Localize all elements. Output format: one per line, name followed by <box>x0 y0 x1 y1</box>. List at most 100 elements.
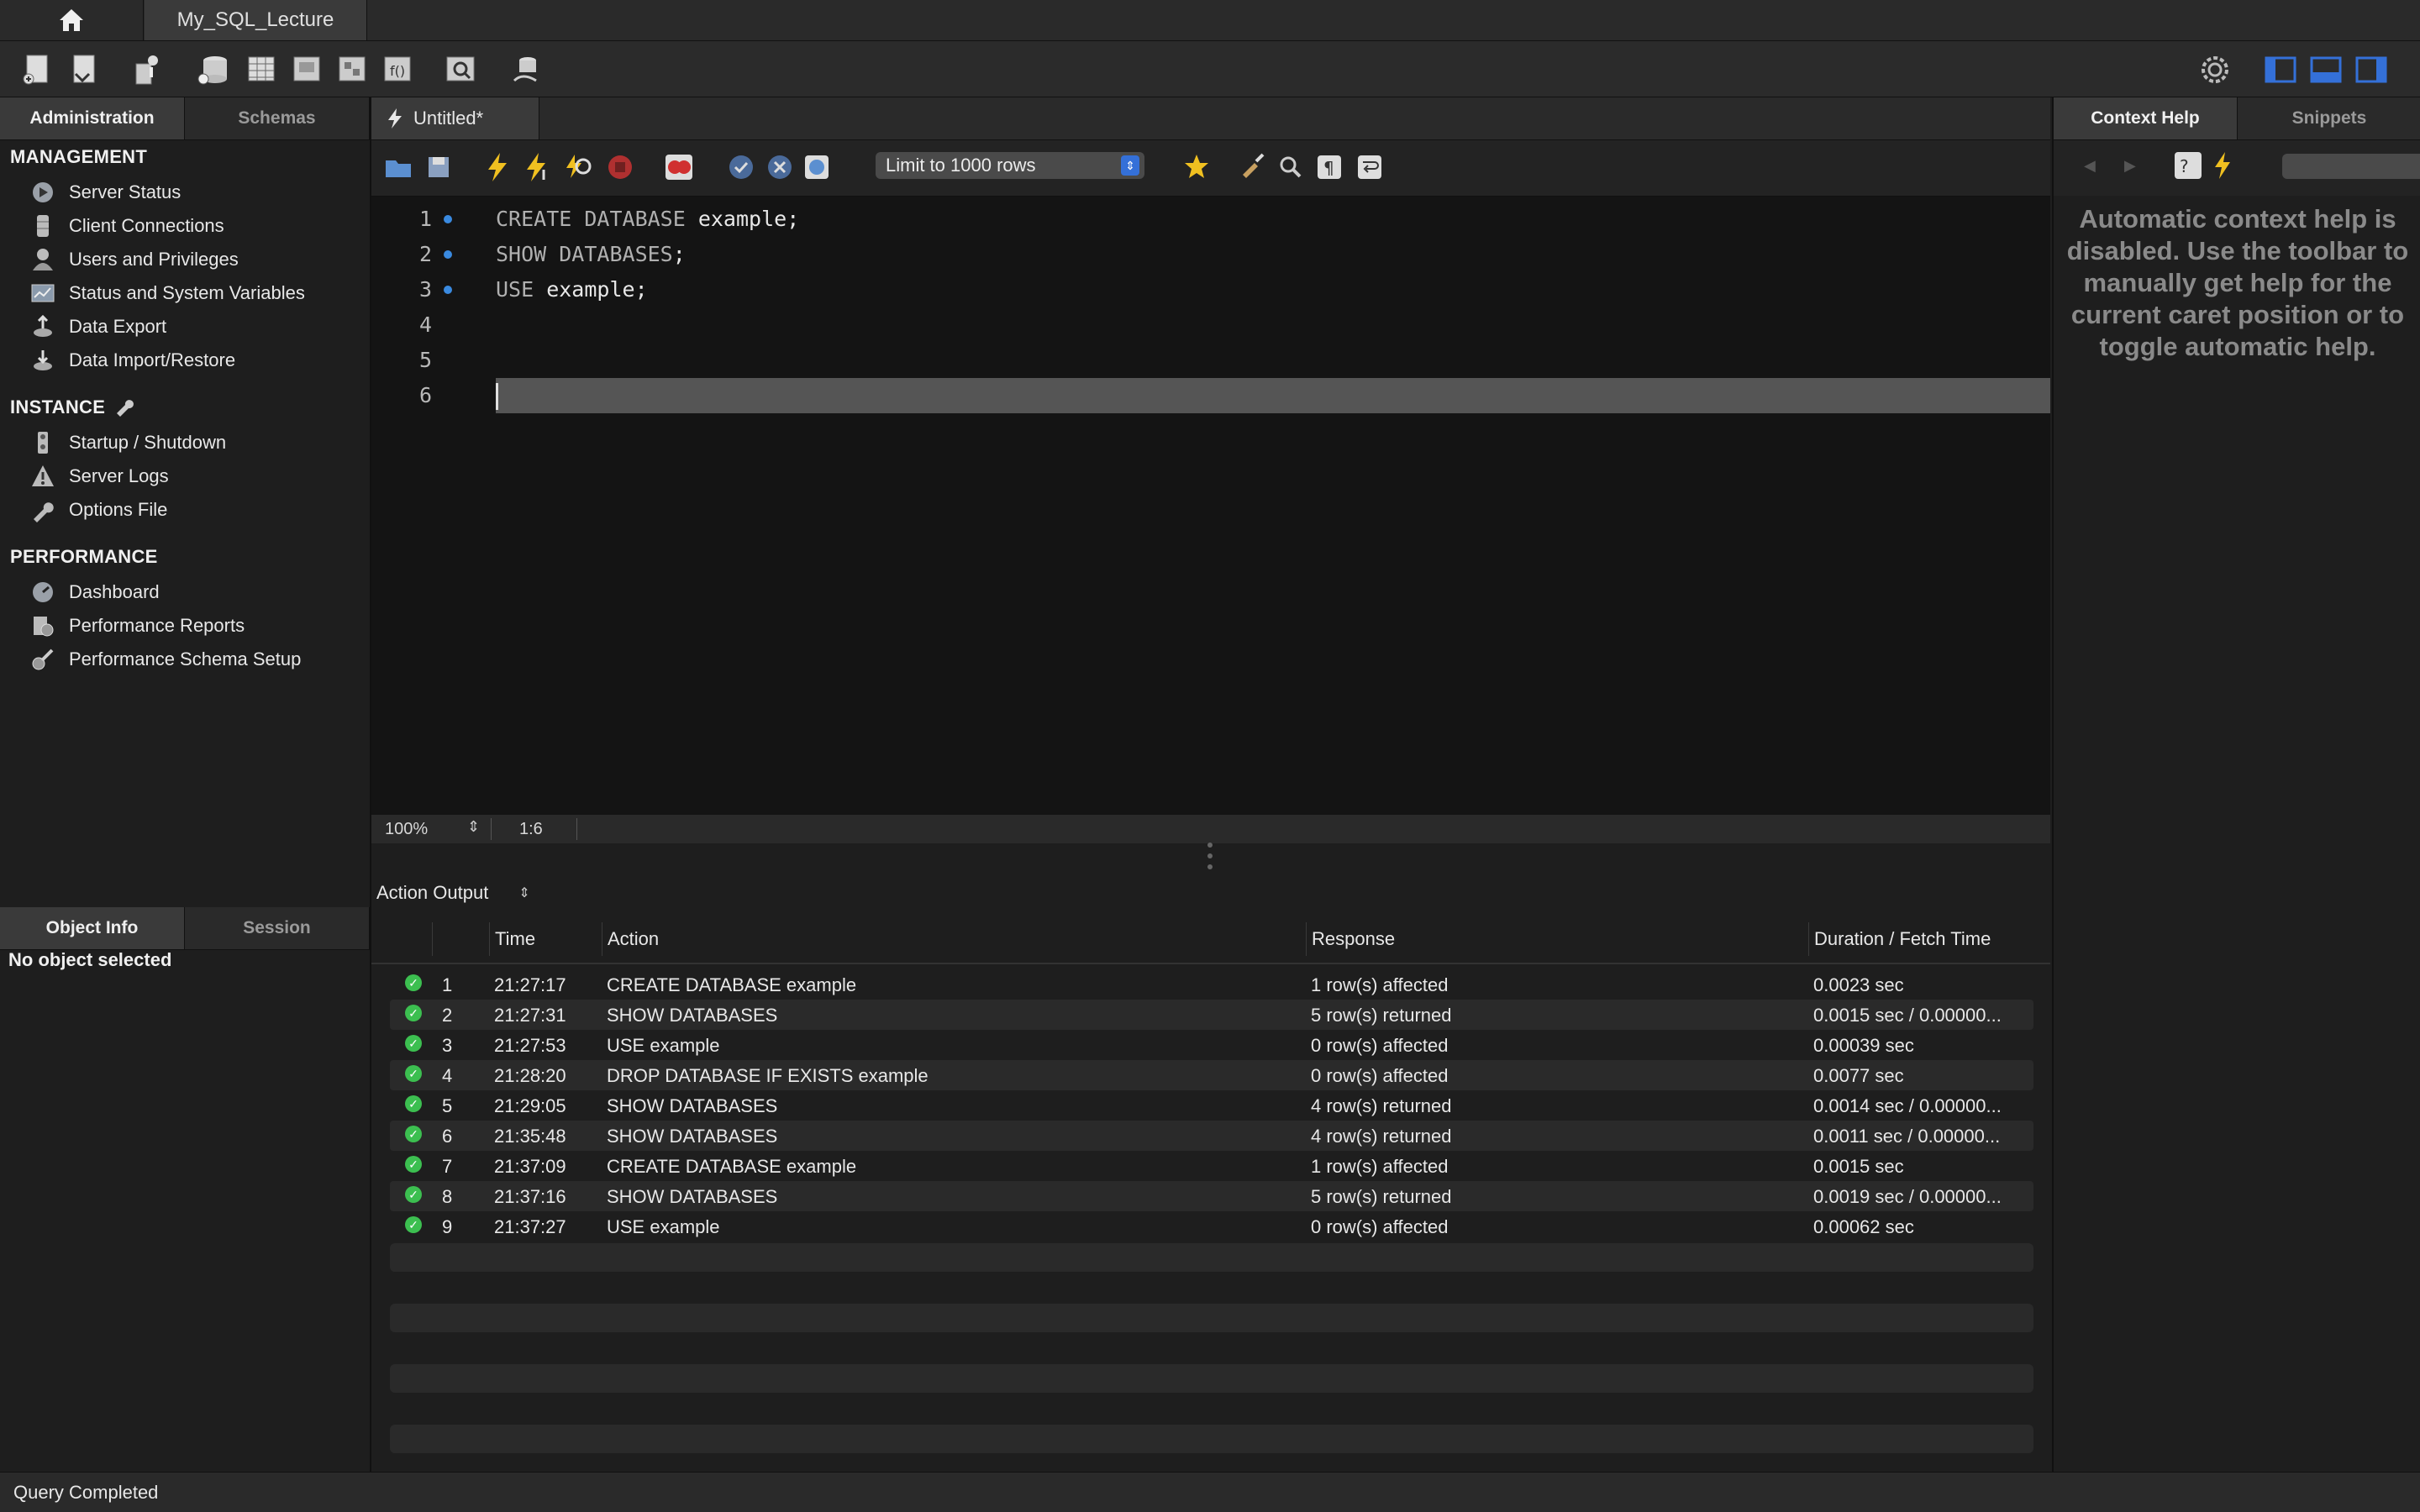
zoom-stepper-icon[interactable]: ⇕ <box>467 818 480 836</box>
column-response[interactable]: Response <box>1306 922 1802 956</box>
table-row[interactable]: ✓ 1 21:27:17 CREATE DATABASE example 1 row(s… <box>390 969 2033 1000</box>
search-table-data-icon[interactable] <box>444 53 477 87</box>
sidebar-item-dashboard[interactable]: Dashboard <box>29 576 160 608</box>
column-action[interactable]: Action <box>602 922 1286 956</box>
users-icon <box>29 247 57 272</box>
code-line: 3 USE example; <box>371 272 2050 307</box>
table-row[interactable]: ✓ 5 21:29:05 SHOW DATABASES 4 row(s) returne… <box>390 1090 2033 1121</box>
tab-session[interactable]: Session <box>185 907 370 949</box>
sql-rest: example; <box>685 207 800 231</box>
query-tab[interactable]: Untitled* <box>371 97 539 139</box>
sidebar-item-data-import-restore[interactable]: Data Import/Restore <box>29 344 235 376</box>
sidebar-item-data-export[interactable]: Data Export <box>29 311 166 343</box>
connection-tab[interactable]: My_SQL_Lecture <box>145 0 367 40</box>
autocommit-toggle-icon[interactable] <box>800 150 834 184</box>
system-variables-icon <box>29 281 57 306</box>
beautify-brush-icon[interactable] <box>1237 150 1270 184</box>
table-row[interactable]: ✓ 4 21:28:20 DROP DATABASE IF EXISTS exampl… <box>390 1060 2033 1090</box>
word-wrap-icon[interactable] <box>1353 150 1386 184</box>
sidebar-item-performance-schema-setup[interactable]: Performance Schema Setup <box>29 643 301 675</box>
table-row[interactable]: ✓ 2 21:27:31 SHOW DATABASES 5 row(s) returne… <box>390 1000 2033 1030</box>
explain-icon[interactable] <box>561 150 595 184</box>
row-duration: 0.0019 sec / 0.00000... <box>1813 1186 2002 1207</box>
sidebar-item-performance-reports[interactable]: Performance Reports <box>29 610 245 642</box>
sidebar-item-status-system-variables[interactable]: Status and System Variables <box>29 277 305 309</box>
help-toolbar: ◀ ▶ ? <box>2054 140 2420 196</box>
sql-editor[interactable]: 1 CREATE DATABASE example; 2 SHOW DATABA… <box>371 197 2050 815</box>
toggle-secondary-sidebar-icon[interactable] <box>2354 53 2388 87</box>
execute-lightning-icon[interactable] <box>481 150 514 184</box>
back-arrow-icon[interactable]: ◀ <box>2084 157 2096 175</box>
sidebar-item-server-logs[interactable]: Server Logs <box>29 460 169 492</box>
sidebar-item-client-connections[interactable]: Client Connections <box>29 210 224 242</box>
table-row[interactable]: ✓ 8 21:37:16 SHOW DATABASES 5 row(s) returne… <box>390 1181 2033 1211</box>
top-tab-bar: My_SQL_Lecture <box>0 0 2420 41</box>
stop-on-error-icon[interactable] <box>662 150 696 184</box>
create-table-icon[interactable] <box>244 53 277 87</box>
home-tab[interactable] <box>0 0 144 40</box>
row-response: 4 row(s) returned <box>1311 1126 1452 1147</box>
row-time: 21:37:16 <box>494 1186 566 1207</box>
create-view-icon[interactable] <box>289 53 323 87</box>
sidebar-item-server-status[interactable]: Server Status <box>29 176 181 208</box>
table-row[interactable]: ✓ 9 21:37:27 USE example 0 row(s) affected 0.… <box>390 1211 2033 1242</box>
tab-context-help[interactable]: Context Help <box>2054 97 2238 139</box>
settings-gear-icon[interactable] <box>2198 53 2232 87</box>
row-duration: 0.00062 sec <box>1813 1216 1914 1237</box>
line-number: 5 <box>418 348 432 372</box>
sidebar-item-users-privileges[interactable]: Users and Privileges <box>29 244 239 276</box>
manual-help-icon[interactable]: ? <box>2175 152 2202 179</box>
section-instance-label: INSTANCE <box>10 396 106 417</box>
table-row[interactable]: ✓ 6 21:35:48 SHOW DATABASES 4 row(s) returne… <box>390 1121 2033 1151</box>
inspector-icon[interactable] <box>131 53 165 87</box>
splitter-handle[interactable] <box>1207 842 1213 870</box>
column-duration[interactable]: Duration / Fetch Time <box>1808 922 2033 956</box>
create-schema-icon[interactable] <box>197 53 230 87</box>
table-row[interactable]: ✓ 7 21:37:09 CREATE DATABASE example 1 row(s… <box>390 1151 2033 1181</box>
open-folder-icon[interactable] <box>381 150 415 184</box>
options-wrench-icon <box>29 497 57 522</box>
execute-current-statement-icon[interactable] <box>521 150 555 184</box>
sidebar-item-options-file[interactable]: Options File <box>29 494 167 526</box>
divider <box>491 818 492 840</box>
column-time[interactable]: Time <box>489 922 596 956</box>
table-row[interactable]: ✓ 3 21:27:53 USE example 0 row(s) affected 0.… <box>390 1030 2033 1060</box>
warning-icon <box>29 464 57 489</box>
reconnect-icon[interactable] <box>509 53 543 87</box>
limit-rows-select[interactable]: Limit to 1000 rows ⇕ <box>876 152 1144 179</box>
auto-help-lightning-icon[interactable] <box>2213 152 2233 183</box>
open-sql-file-icon[interactable] <box>67 53 101 87</box>
find-magnifier-icon[interactable] <box>1274 150 1307 184</box>
rollback-icon[interactable] <box>763 150 797 184</box>
commit-check-icon[interactable] <box>724 150 758 184</box>
zoom-level[interactable]: 100% <box>385 820 428 839</box>
row-response: 4 row(s) returned <box>1311 1095 1452 1116</box>
toggle-sidebar-icon[interactable] <box>2264 53 2297 87</box>
invisible-chars-icon[interactable]: ¶ <box>1313 150 1346 184</box>
tab-object-info[interactable]: Object Info <box>0 907 185 949</box>
add-snippet-star-icon[interactable] <box>1180 150 1213 184</box>
save-disk-icon[interactable] <box>422 150 455 184</box>
help-topic-field[interactable] <box>2282 154 2420 179</box>
nav-label: Startup / Shutdown <box>69 432 227 453</box>
sql-rest: example; <box>534 277 648 302</box>
row-number: 8 <box>442 1186 453 1207</box>
toggle-output-panel-icon[interactable] <box>2309 53 2343 87</box>
create-function-icon[interactable]: f() <box>380 53 413 87</box>
object-info-text: No object selected <box>8 949 172 970</box>
sidebar-item-startup-shutdown[interactable]: Startup / Shutdown <box>29 427 226 459</box>
nav-label: Performance Reports <box>69 615 245 636</box>
create-procedure-icon[interactable] <box>334 53 368 87</box>
forward-arrow-icon[interactable]: ▶ <box>2124 157 2136 175</box>
new-sql-tab-icon[interactable] <box>20 53 54 87</box>
tab-snippets[interactable]: Snippets <box>2238 97 2420 139</box>
stop-icon[interactable] <box>603 150 637 184</box>
row-duration: 0.0011 sec / 0.00000... <box>1813 1126 2001 1147</box>
row-time: 21:29:05 <box>494 1095 566 1116</box>
tab-schemas[interactable]: Schemas <box>185 97 370 139</box>
row-number: 2 <box>442 1005 453 1026</box>
output-type-select[interactable]: Action Output ⇕ <box>376 882 530 904</box>
tab-administration[interactable]: Administration <box>0 97 185 139</box>
code-line: 4 <box>371 307 2050 343</box>
info-tabs: Object Info Session <box>0 907 370 950</box>
